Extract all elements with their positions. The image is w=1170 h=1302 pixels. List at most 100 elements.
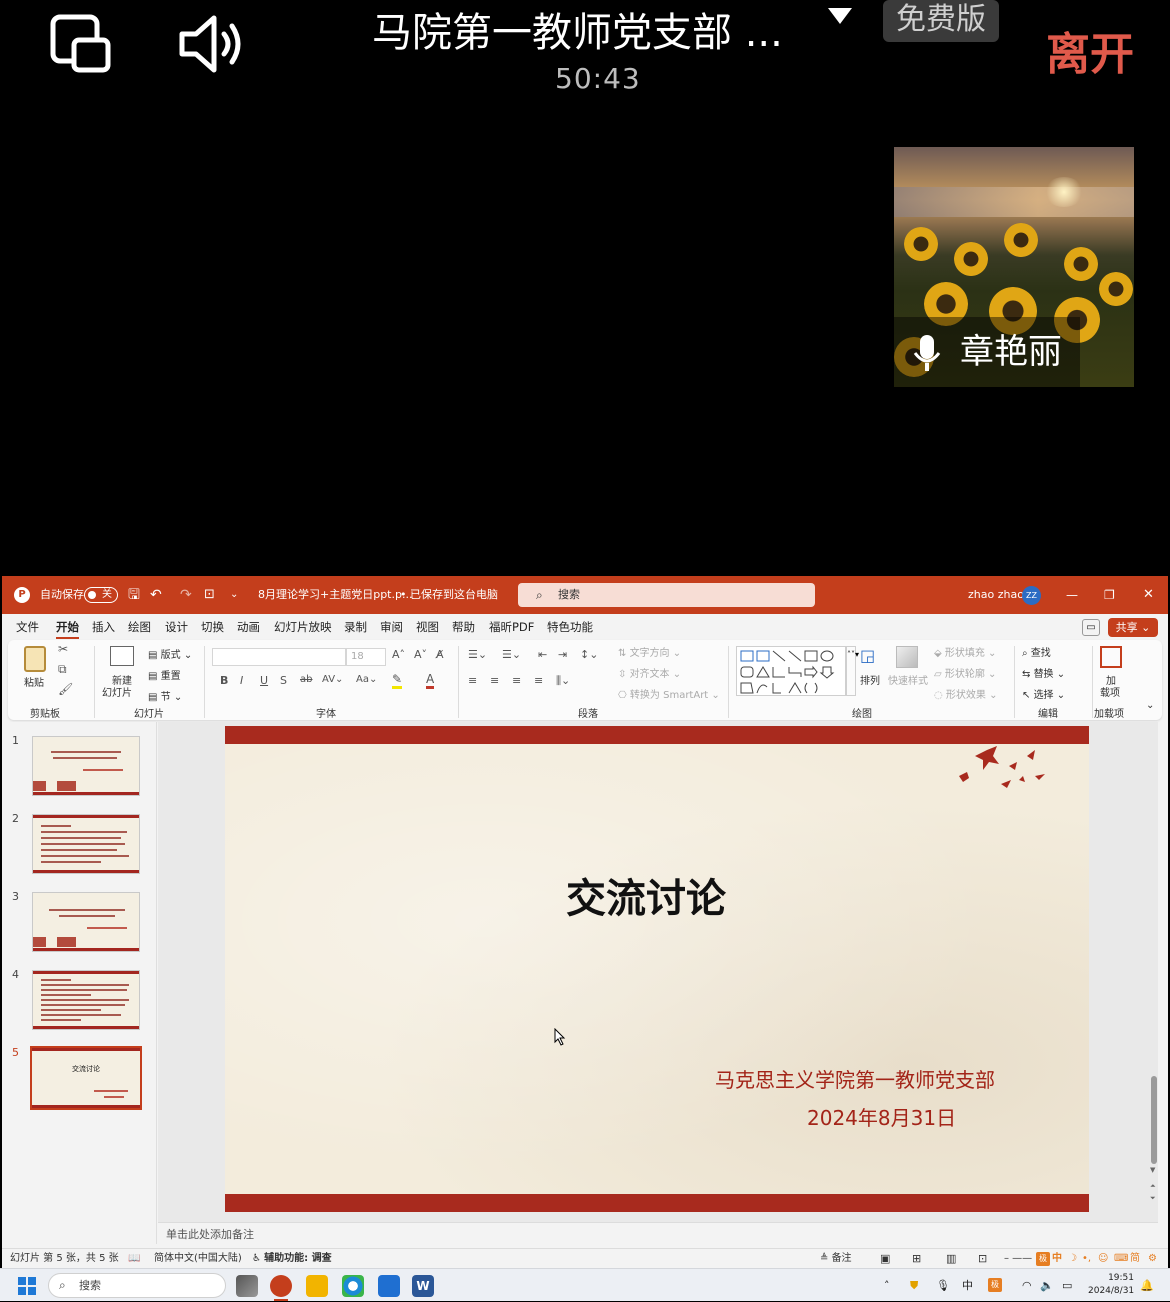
align-center-icon[interactable]: ≡: [490, 674, 499, 687]
tab-design[interactable]: 设计: [165, 614, 188, 640]
tray-mic-icon[interactable]: 🎙: [936, 1269, 950, 1302]
reading-view-icon[interactable]: ▥: [946, 1249, 956, 1269]
cut-icon[interactable]: ✂: [58, 642, 68, 656]
slide-thumbnail-2[interactable]: [32, 814, 140, 874]
reset-button[interactable]: ▤ 重置: [148, 667, 181, 682]
new-slide-icon[interactable]: [110, 646, 134, 666]
zoom-slider[interactable]: – ——: [1004, 1249, 1032, 1269]
bold-icon[interactable]: B: [220, 674, 228, 687]
battery-icon[interactable]: ▭: [1062, 1269, 1072, 1302]
undo-icon[interactable]: ↶: [150, 576, 162, 614]
columns-icon[interactable]: ⫼⌄: [556, 674, 570, 688]
participant-video-tile[interactable]: 章艳丽: [894, 147, 1134, 387]
strikethrough-icon[interactable]: ab: [300, 674, 312, 685]
tray-ime-mode[interactable]: 中: [962, 1269, 973, 1302]
tray-expand-icon[interactable]: ˄: [884, 1269, 890, 1302]
presentation-icon[interactable]: ⊡: [204, 576, 215, 614]
tab-animations[interactable]: 动画: [237, 614, 260, 640]
customize-qat-icon[interactable]: ⌄: [230, 576, 238, 614]
copy-icon[interactable]: ⧉: [58, 662, 67, 677]
slide-thumbnail-5[interactable]: 交流讨论: [30, 1046, 142, 1110]
slideshow-icon[interactable]: ⊡: [978, 1249, 987, 1269]
numbering-icon[interactable]: ☰⌄: [502, 648, 521, 661]
format-painter-icon[interactable]: 🖌: [58, 682, 73, 696]
scrollbar-thumb[interactable]: [1151, 1076, 1157, 1164]
align-right-icon[interactable]: ≡: [512, 674, 521, 687]
ime-keyboard-icon[interactable]: ⌨: [1114, 1249, 1128, 1269]
tab-slideshow[interactable]: 幻灯片放映: [274, 614, 332, 640]
notification-icon[interactable]: 🔔: [1140, 1269, 1154, 1302]
powerpoint-taskbar-icon[interactable]: [270, 1275, 292, 1297]
tab-transitions[interactable]: 切换: [201, 614, 224, 640]
language-status[interactable]: 简体中文(中国大陆): [154, 1249, 242, 1269]
smartart-button[interactable]: ⎔ 转换为 SmartArt ⌄: [618, 686, 720, 701]
spellcheck-icon[interactable]: 📖: [128, 1249, 140, 1269]
ime-simplified-icon[interactable]: 简: [1130, 1249, 1140, 1269]
change-case-icon[interactable]: Aa⌄: [356, 674, 377, 685]
highlight-icon[interactable]: ✎: [392, 672, 403, 689]
tab-help[interactable]: 帮助: [452, 614, 475, 640]
avatar[interactable]: ZZ: [1022, 586, 1041, 605]
close-icon[interactable]: ✕: [1143, 576, 1154, 614]
shape-outline-button[interactable]: ▱ 形状轮廓 ⌄: [934, 665, 996, 680]
screen-share-icon[interactable]: [50, 14, 112, 74]
text-direction-button[interactable]: ⇅ 文字方向 ⌄: [618, 644, 681, 659]
addins-icon[interactable]: [1100, 646, 1122, 668]
tray-ime-logo-icon[interactable]: 极: [988, 1278, 1002, 1292]
shape-fill-button[interactable]: ⬙ 形状填充 ⌄: [934, 644, 996, 659]
ime-mode[interactable]: 中: [1052, 1249, 1062, 1269]
wifi-icon[interactable]: ◠: [1022, 1269, 1032, 1302]
new-slide-label-2[interactable]: 幻灯片: [102, 684, 132, 699]
meeting-title[interactable]: 马院第一教师党支部 ...: [372, 0, 783, 58]
normal-view-icon[interactable]: ▣: [880, 1249, 890, 1269]
layout-button[interactable]: ▤ 版式 ⌄: [148, 646, 192, 661]
slide-thumbnail-4[interactable]: [32, 970, 140, 1030]
decrease-font-icon[interactable]: A˅: [414, 648, 427, 661]
slide-thumbnail-1[interactable]: [32, 736, 141, 796]
slide-title[interactable]: 交流讨论: [225, 866, 1067, 924]
justify-icon[interactable]: ≡: [534, 674, 543, 687]
tab-review[interactable]: 审阅: [380, 614, 403, 640]
tab-file[interactable]: 文件: [16, 614, 39, 640]
slide-thumbnail-3[interactable]: [32, 892, 141, 952]
tab-view[interactable]: 视图: [416, 614, 439, 640]
replace-button[interactable]: ⇆ 替换 ⌄: [1022, 665, 1065, 680]
scroll-down-icon[interactable]: ▼: [1150, 1166, 1155, 1174]
tab-foxit-pdf[interactable]: 福昕PDF: [489, 614, 534, 640]
ime-moon-icon[interactable]: ☽: [1068, 1249, 1077, 1269]
shapes-more-icon[interactable]: ˄˅▾: [846, 646, 859, 696]
photos-app-icon[interactable]: [378, 1275, 400, 1297]
section-button[interactable]: ▤ 节 ⌄: [148, 688, 182, 703]
prev-slide-icon[interactable]: ⏶: [1150, 1182, 1156, 1191]
save-status[interactable]: • 已保存到这台电脑: [400, 576, 498, 614]
tab-home[interactable]: 开始: [56, 614, 79, 640]
accessibility-status[interactable]: ♿ 辅助功能: 调查: [252, 1249, 332, 1269]
quick-styles-button[interactable]: 快速样式: [888, 672, 928, 687]
select-button[interactable]: ↖ 选择 ⌄: [1022, 686, 1065, 701]
file-name[interactable]: 8月理论学习+主题党日ppt.p...: [258, 576, 412, 614]
leave-button[interactable]: 离开: [1046, 18, 1134, 82]
font-color-icon[interactable]: A: [426, 672, 435, 689]
shape-effects-button[interactable]: ◌ 形状效果 ⌄: [934, 686, 997, 701]
paste-icon[interactable]: [24, 646, 46, 672]
restore-icon[interactable]: ❐: [1104, 576, 1115, 614]
quick-styles-icon[interactable]: [896, 646, 918, 668]
slide-sorter-icon[interactable]: ⊞: [912, 1249, 921, 1269]
speaker-icon[interactable]: [178, 14, 246, 74]
paste-button[interactable]: 粘贴: [24, 674, 44, 689]
security-shield-icon[interactable]: ⛊: [910, 1269, 918, 1302]
ime-settings-icon[interactable]: ⚙: [1148, 1249, 1157, 1269]
underline-icon[interactable]: U: [260, 674, 268, 687]
slide-organization[interactable]: 马克思主义学院第一教师党支部: [715, 1064, 995, 1093]
slide-date[interactable]: 2024年8月31日: [807, 1102, 956, 1131]
ime-punct-icon[interactable]: •,: [1082, 1249, 1091, 1269]
share-button[interactable]: 共享 ⌄: [1108, 618, 1158, 637]
title-dropdown-icon[interactable]: [828, 8, 852, 24]
minimize-icon[interactable]: —: [1066, 576, 1078, 614]
autosave-toggle[interactable]: [84, 587, 118, 603]
windows-start-icon[interactable]: [18, 1277, 36, 1295]
arrange-button[interactable]: 排列: [860, 672, 880, 687]
ime-emoji-icon[interactable]: ☺: [1098, 1249, 1108, 1269]
comments-icon[interactable]: ▭: [1082, 619, 1100, 636]
redo-icon[interactable]: ↷: [180, 576, 192, 614]
